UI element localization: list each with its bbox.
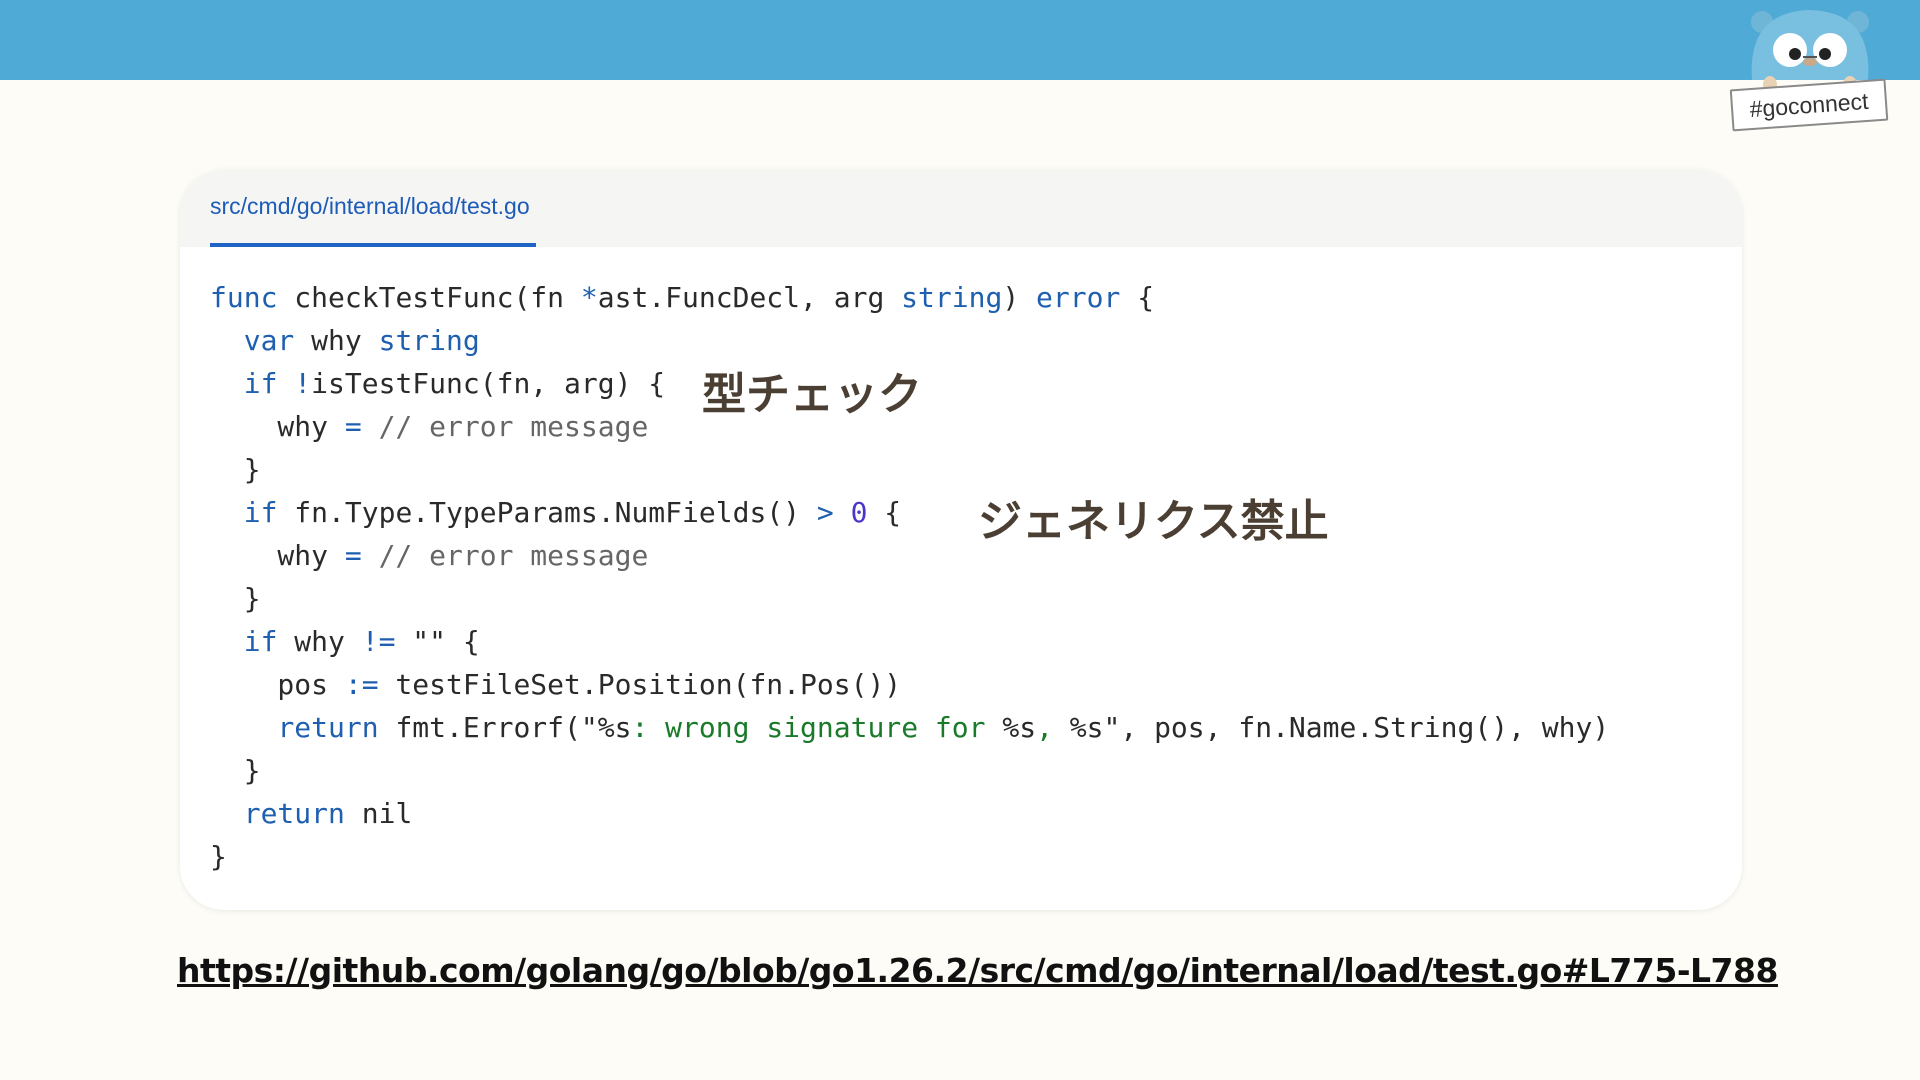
code-card: src/cmd/go/internal/load/test.go func ch… [180, 170, 1742, 910]
code-line: func checkTestFunc(fn *ast.FuncDecl, arg… [210, 281, 1155, 314]
code-line: } [210, 840, 227, 873]
hashtag-label: #goconnect [1748, 87, 1870, 122]
code-line: if why != "" { [243, 625, 480, 658]
code-line: return fmt.Errorf("%s: wrong signature f… [277, 711, 1610, 744]
code-line: why = // error message [210, 539, 649, 572]
file-path-label: src/cmd/go/internal/load/test.go [210, 193, 530, 219]
code-line: var why string [243, 324, 480, 357]
file-path-tab[interactable]: src/cmd/go/internal/load/test.go [210, 170, 536, 247]
source-url-link[interactable]: https://github.com/golang/go/blob/go1.26… [177, 951, 1778, 990]
code-line: return nil [243, 797, 413, 830]
code-line: } [210, 582, 261, 615]
generics-banned-annotation: ジェネリクス禁止 [978, 496, 1329, 547]
code-line: } [210, 754, 261, 787]
type-check-annotation: 型チェック [702, 369, 922, 420]
code-line: pos := testFileSet.Position(fn.Pos()) [210, 668, 902, 701]
top-banner [0, 0, 1920, 80]
code-line: } [210, 453, 261, 486]
code-line: if fn.Type.TypeParams.NumFields() > 0 { [243, 496, 902, 529]
